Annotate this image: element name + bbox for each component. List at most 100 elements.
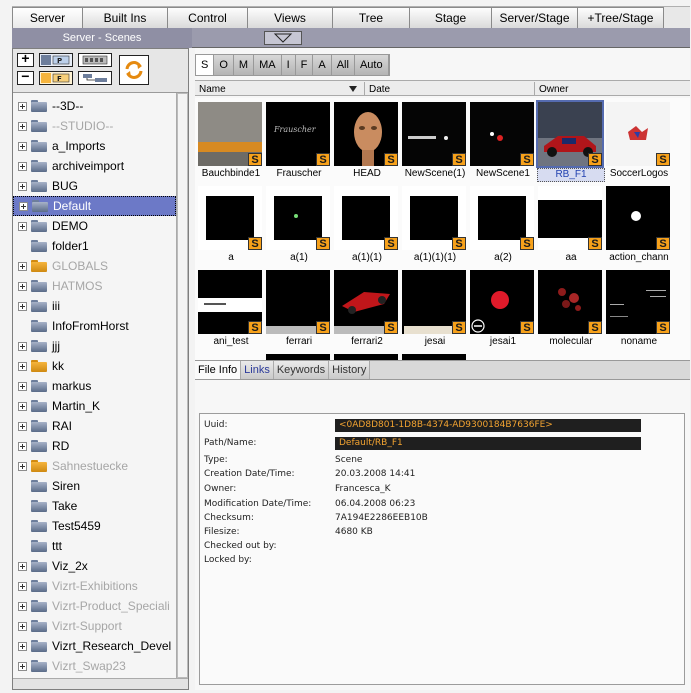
scene-thumbnail[interactable]: Sferrari (265, 270, 330, 352)
tree-item[interactable]: a_Imports (13, 136, 176, 156)
tree-item[interactable]: Martin_K (13, 396, 176, 416)
tree-item[interactable]: GLOBALS (13, 256, 176, 276)
tree-item[interactable]: Vizrt-Product_Speciali (13, 596, 176, 616)
scene-thumbnail[interactable]: Frauscher S Frauscher (265, 102, 330, 184)
column-name[interactable]: Name (195, 82, 365, 96)
expand-toggle[interactable] (19, 201, 28, 211)
tree-item[interactable]: Vizrt-Exhibitions (13, 576, 176, 596)
tree-item[interactable]: InfoFromHorst (13, 316, 176, 336)
tab-server-stage[interactable]: Server/Stage (492, 7, 578, 29)
scene-thumbnail[interactable]: Sa(1)(1) (333, 186, 398, 268)
tree-item[interactable]: Sahnestuecke (13, 456, 176, 476)
scene-thumbnail[interactable]: Sani_test (197, 270, 262, 352)
scene-thumbnail[interactable]: Sjesai (401, 270, 466, 352)
expand-toggle[interactable] (18, 621, 27, 631)
expand-toggle[interactable] (18, 441, 27, 451)
tree-item[interactable]: DEMO (13, 216, 176, 236)
filter-auto-button[interactable]: Auto (354, 55, 389, 75)
scene-thumbnail[interactable]: S SoccerLogos (605, 102, 670, 184)
tree-item[interactable]: HATMOS (13, 276, 176, 296)
expand-toggle[interactable] (18, 261, 27, 271)
tab-server[interactable]: Server (12, 7, 83, 29)
expand-toggle[interactable] (18, 281, 27, 291)
tree-item[interactable]: markus (13, 376, 176, 396)
scene-thumbnail[interactable]: Sa(1)(1)(1) (401, 186, 466, 268)
scene-thumbnail[interactable]: S HEAD (333, 102, 398, 184)
expand-toggle[interactable] (18, 561, 27, 571)
scene-thumbnail[interactable]: Sa(2) (469, 186, 534, 268)
tree-item[interactable]: --STUDIO-- (13, 116, 176, 136)
scene-thumbnail[interactable]: Snoname (605, 270, 670, 352)
filter-i-button[interactable]: I (281, 55, 296, 75)
expand-toggle[interactable] (18, 181, 27, 191)
tree-item[interactable]: jjj (13, 336, 176, 356)
tree-horizontal-scrollbar[interactable] (13, 678, 188, 689)
expand-toggle[interactable] (18, 661, 27, 671)
scene-thumbnail[interactable]: Sferrari2 (333, 270, 398, 352)
scene-thumbnail[interactable]: Saa (537, 186, 602, 268)
tree-item[interactable]: Vizrt_Research_Devel (13, 636, 176, 656)
filter-s-button[interactable]: S (196, 55, 215, 75)
tree-item[interactable]: Test5459 (13, 516, 176, 536)
expand-toggle[interactable] (18, 141, 27, 151)
scrollbar-thumb[interactable] (177, 93, 188, 678)
scene-thumbnail[interactable]: S RB_F1 (536, 100, 605, 184)
tree-item[interactable]: archiveimport (13, 156, 176, 176)
filter-o-button[interactable]: O (214, 55, 234, 75)
tree-item[interactable]: Default (13, 196, 176, 216)
expand-toggle[interactable] (18, 641, 27, 651)
tab-tree[interactable]: Tree (333, 7, 410, 29)
scene-thumbnail[interactable]: Sa (197, 186, 262, 268)
remove-button[interactable]: − (17, 70, 34, 86)
expand-toggle[interactable] (18, 221, 27, 231)
tree-item[interactable]: Vizrt-Support (13, 616, 176, 636)
tab-stage[interactable]: Stage (410, 7, 492, 29)
expand-toggle[interactable] (18, 581, 27, 591)
scene-thumbnail[interactable]: Saction_chann (605, 186, 670, 268)
tree-item[interactable]: Viz_2x (13, 556, 176, 576)
scene-thumbnail[interactable]: Smolecular (537, 270, 602, 352)
tree-item[interactable]: Take (13, 496, 176, 516)
expand-toggle[interactable] (18, 301, 27, 311)
scene-thumbnail[interactable]: Sjesai1 (469, 270, 534, 352)
tree-item[interactable]: iii (13, 296, 176, 316)
tree-view-button[interactable] (78, 71, 112, 85)
expand-toggle[interactable] (18, 381, 27, 391)
favorite-folder-button[interactable]: F (39, 71, 73, 85)
info-tab-history[interactable]: History (329, 361, 371, 379)
expand-toggle[interactable] (18, 341, 27, 351)
tree-item[interactable]: BUG (13, 176, 176, 196)
tree-item[interactable]: ttt (13, 536, 176, 556)
tree-item[interactable]: folder1 (13, 236, 176, 256)
expand-toggle[interactable] (18, 601, 27, 611)
info-tab-file-info[interactable]: File Info (195, 361, 242, 379)
scene-thumbnail[interactable]: S NewScene(1) (401, 102, 466, 184)
column-date[interactable]: Date (365, 82, 535, 96)
info-tab-keywords[interactable]: Keywords (273, 361, 330, 379)
tab-views[interactable]: Views (248, 7, 333, 29)
scene-thumbnail[interactable]: Sa(1) (265, 186, 330, 268)
filter-all-button[interactable]: All (331, 55, 355, 75)
column-owner[interactable]: Owner (535, 82, 690, 96)
tree-item[interactable]: --3D-- (13, 96, 176, 116)
tab-tree-stage[interactable]: +Tree/Stage (578, 7, 664, 29)
expand-toggle[interactable] (18, 101, 27, 111)
expand-toggle[interactable] (18, 121, 27, 131)
project-folder-button[interactable]: P (39, 53, 73, 67)
expand-toggle[interactable] (18, 421, 27, 431)
tree-item[interactable]: RD (13, 436, 176, 456)
add-button[interactable]: + (17, 52, 34, 68)
expand-toggle[interactable] (18, 361, 27, 371)
filter-m-button[interactable]: M (233, 55, 255, 75)
filter-a-button[interactable]: A (313, 55, 332, 75)
tree-item[interactable]: RAI (13, 416, 176, 436)
tab-built-ins[interactable]: Built Ins (83, 7, 168, 29)
tree-item[interactable]: kk (13, 356, 176, 376)
info-tab-links[interactable]: Links (241, 361, 274, 379)
scene-thumbnail[interactable]: S Bauchbinde1 (197, 102, 262, 184)
expand-toggle[interactable] (18, 161, 27, 171)
refresh-button[interactable] (119, 55, 149, 85)
expand-toggle[interactable] (18, 461, 27, 471)
tree-vertical-scrollbar[interactable] (176, 93, 188, 678)
scene-thumbnail[interactable]: S NewScene1 (469, 102, 534, 184)
